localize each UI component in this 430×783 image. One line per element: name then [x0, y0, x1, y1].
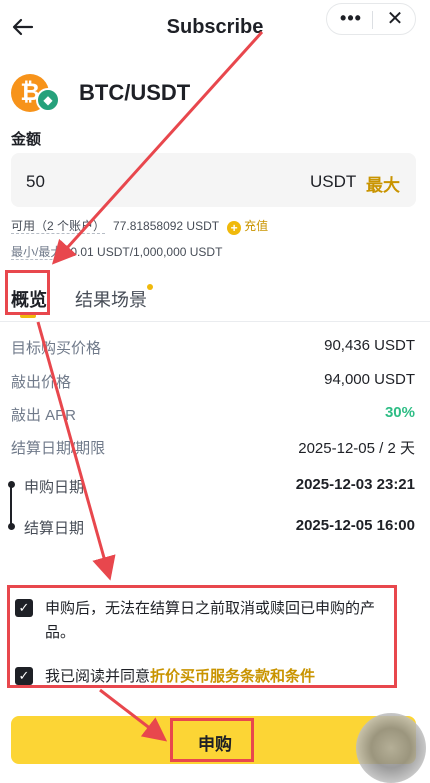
annotation-arrow-2	[36, 321, 116, 581]
annotation-arrow-1	[51, 30, 264, 265]
annotation-arrows	[36, 30, 264, 742]
annotation-arrow-3	[99, 688, 168, 742]
